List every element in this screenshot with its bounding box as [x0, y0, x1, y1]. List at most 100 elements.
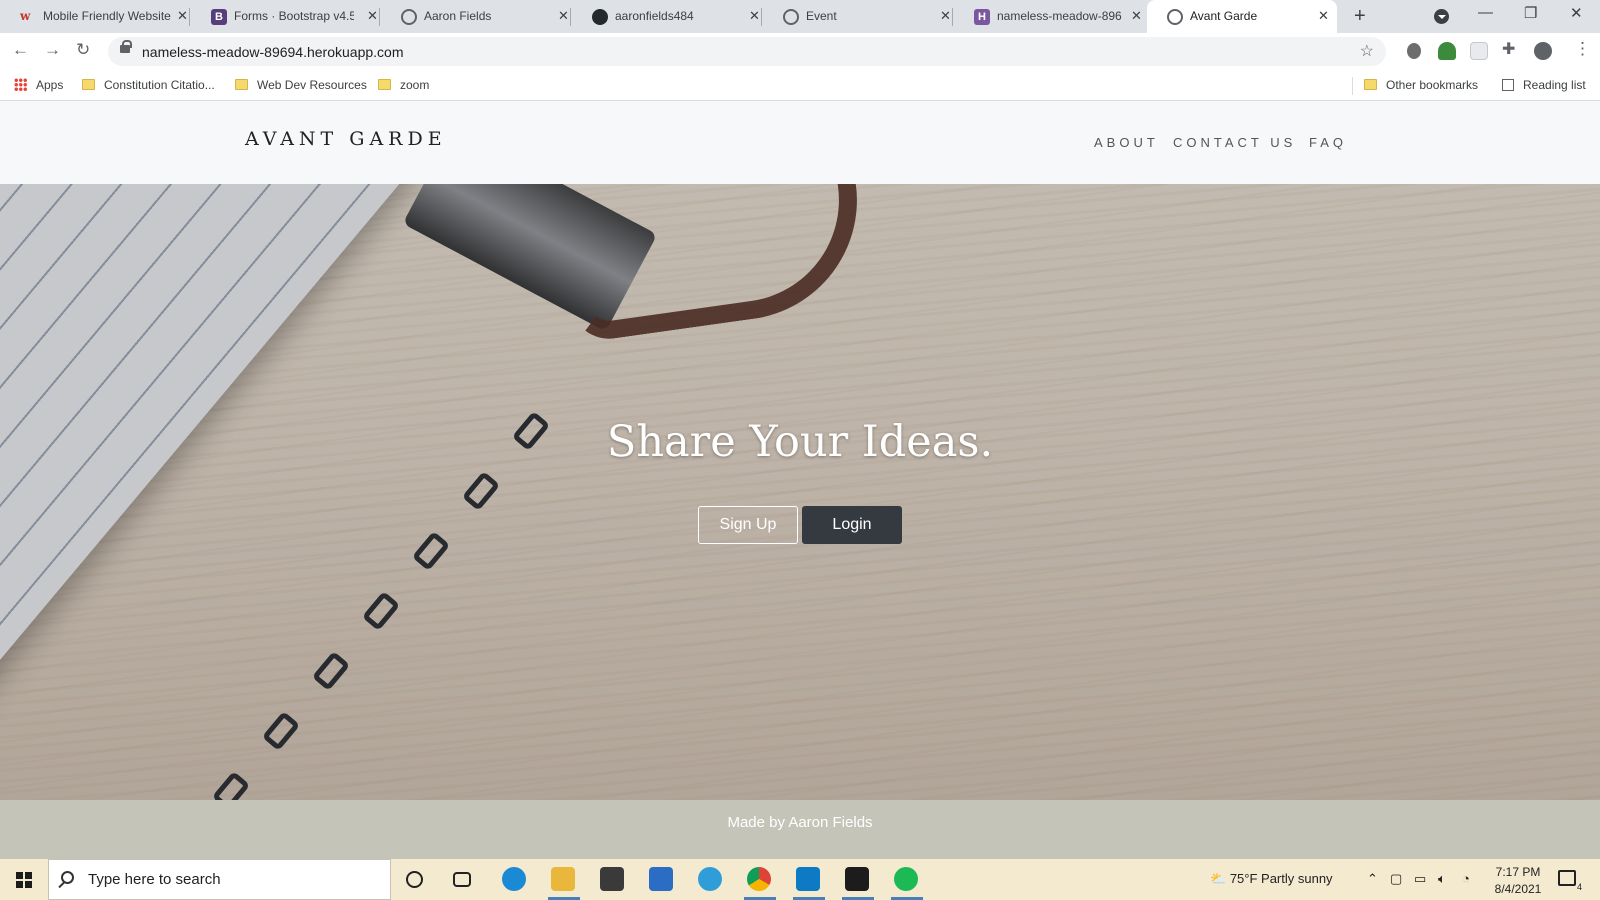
- volume-icon[interactable]: 🔈︎: [1438, 871, 1446, 887]
- partly-sunny-icon: ⛅: [1210, 871, 1227, 886]
- edge-icon[interactable]: [502, 867, 526, 891]
- bookmark-star-icon[interactable]: ☆: [1360, 41, 1374, 61]
- folder-icon: [235, 79, 248, 90]
- restore-icon[interactable]: ❐: [1524, 4, 1537, 22]
- tab-github[interactable]: aaronfields484 ✕: [572, 0, 762, 33]
- new-tab-icon[interactable]: +: [1354, 5, 1366, 28]
- hero-headline: Share Your Ideas.: [606, 417, 994, 467]
- terminal-icon[interactable]: [845, 867, 869, 891]
- globe-icon: [783, 9, 799, 25]
- tab-separator: [761, 8, 762, 26]
- site-footer: Made by Aaron Fields: [0, 800, 1600, 859]
- vscode-icon[interactable]: [796, 867, 820, 891]
- tab-title: Forms · Bootstrap v4.5: [234, 9, 354, 23]
- back-icon[interactable]: ←: [12, 40, 29, 60]
- bookmark-zoom[interactable]: zoom: [378, 78, 429, 92]
- menu-kebab-icon[interactable]: ⋮: [1574, 39, 1591, 59]
- close-tab-icon[interactable]: ✕: [749, 8, 760, 24]
- hero-overlay: [0, 184, 1600, 800]
- bookmark-web-dev[interactable]: Web Dev Resources: [235, 78, 367, 92]
- bootstrap-icon: B: [211, 9, 227, 25]
- bookmark-label: Other bookmarks: [1386, 78, 1479, 92]
- reading-list-icon: [1502, 79, 1514, 91]
- meet-now-icon[interactable]: ▢: [1390, 871, 1402, 887]
- lock-icon[interactable]: [120, 40, 132, 53]
- cortana-icon[interactable]: [406, 871, 423, 888]
- forward-icon[interactable]: →: [44, 40, 61, 60]
- site-brand[interactable]: AVANT GARDE: [245, 128, 447, 150]
- extension-placeholder-icon[interactable]: [1470, 42, 1488, 60]
- heroku-icon: H: [974, 9, 990, 25]
- system-clock[interactable]: 7:17 PM 8/4/2021: [1486, 864, 1550, 898]
- hero-section: Share Your Ideas. Sign Up Login: [0, 184, 1600, 800]
- folder-icon: [1364, 79, 1377, 90]
- weather-widget[interactable]: ⛅ 75°F Partly sunny: [1210, 871, 1333, 887]
- window-close-icon[interactable]: ✕: [1570, 4, 1583, 22]
- file-explorer-icon[interactable]: [551, 867, 575, 891]
- clock-date: 8/4/2021: [1494, 882, 1542, 896]
- extensions-puzzle-icon[interactable]: ✚: [1502, 39, 1520, 58]
- spotify-icon[interactable]: [894, 867, 918, 891]
- extension-bug-icon[interactable]: [1407, 43, 1421, 59]
- taskbar-search-placeholder[interactable]: Type here to search: [88, 871, 221, 888]
- nav-contact-us[interactable]: CONTACT US: [1173, 135, 1296, 150]
- wifi-icon[interactable]: ◔: [1462, 871, 1470, 886]
- task-view-icon[interactable]: [453, 872, 471, 887]
- close-tab-icon[interactable]: ✕: [367, 8, 378, 24]
- close-tab-icon[interactable]: ✕: [177, 8, 188, 24]
- browser-toolbar: ← → ↻ nameless-meadow-89694.herokuapp.co…: [0, 33, 1600, 71]
- other-bookmarks[interactable]: Other bookmarks: [1364, 78, 1478, 92]
- close-tab-icon[interactable]: ✕: [940, 8, 951, 24]
- login-button[interactable]: Login: [802, 506, 902, 544]
- url-text[interactable]: nameless-meadow-89694.herokuapp.com: [142, 44, 403, 60]
- tab-heroku[interactable]: H nameless-meadow-896 ✕: [954, 0, 1144, 33]
- tab-search-icon[interactable]: [1434, 9, 1449, 24]
- nav-faq[interactable]: FAQ: [1309, 135, 1347, 150]
- folder-icon: [378, 79, 391, 90]
- apps-grid-icon: [14, 78, 27, 91]
- mail-icon[interactable]: [649, 867, 673, 891]
- windows-taskbar: Type here to search ⛅ 75°F Partly sunny …: [0, 859, 1600, 900]
- battery-icon[interactable]: ▭: [1414, 871, 1426, 887]
- search-icon: [61, 871, 74, 884]
- w3-icon: w: [20, 9, 31, 23]
- reload-icon[interactable]: ↻: [76, 40, 90, 60]
- folder-icon: [82, 79, 95, 90]
- notification-center-icon[interactable]: 4: [1558, 870, 1582, 892]
- tab-title: aaronfields484: [615, 9, 694, 23]
- close-tab-icon[interactable]: ✕: [1318, 8, 1329, 24]
- tab-strip: w Mobile Friendly Website ✕ B Forms · Bo…: [0, 0, 1600, 33]
- chrome-icon[interactable]: [747, 867, 771, 891]
- edge-beta-icon[interactable]: [698, 867, 722, 891]
- show-hidden-icons-chevron-icon[interactable]: ⌃: [1367, 871, 1378, 887]
- close-tab-icon[interactable]: ✕: [1131, 8, 1142, 24]
- close-tab-icon[interactable]: ✕: [558, 8, 569, 24]
- microsoft-store-icon[interactable]: [600, 867, 624, 891]
- site-navbar: AVANT GARDE ABOUT CONTACT US FAQ: [0, 101, 1600, 184]
- weather-text: 75°F Partly sunny: [1229, 871, 1333, 886]
- clock-time: 7:17 PM: [1495, 865, 1541, 879]
- signup-button[interactable]: Sign Up: [698, 506, 798, 544]
- tab-event[interactable]: Event ✕: [763, 0, 953, 33]
- tab-title: Aaron Fields: [424, 9, 492, 23]
- tab-mobile-friendly[interactable]: w Mobile Friendly Website ✕: [0, 0, 190, 33]
- taskbar-search-box[interactable]: Type here to search: [48, 859, 391, 900]
- notification-count: 4: [1576, 882, 1582, 892]
- tab-avant-garde[interactable]: Avant Garde ✕: [1147, 0, 1337, 33]
- reading-list[interactable]: Reading list: [1502, 78, 1586, 92]
- windows-start-icon[interactable]: [16, 872, 32, 888]
- minimize-icon[interactable]: —: [1478, 4, 1493, 21]
- tab-separator: [189, 8, 190, 26]
- tab-bootstrap-forms[interactable]: B Forms · Bootstrap v4.5 ✕: [191, 0, 380, 33]
- tab-title: nameless-meadow-896: [997, 9, 1122, 23]
- nav-about[interactable]: ABOUT: [1094, 135, 1159, 150]
- bookmark-apps[interactable]: Apps: [14, 78, 63, 92]
- extension-tree-icon[interactable]: [1438, 42, 1456, 60]
- tab-separator: [379, 8, 380, 26]
- bookmark-label: Constitution Citatio...: [104, 78, 215, 92]
- address-bar[interactable]: nameless-meadow-89694.herokuapp.com ☆: [108, 37, 1386, 66]
- bookmark-constitution[interactable]: Constitution Citatio...: [82, 78, 215, 92]
- profile-avatar-icon[interactable]: [1534, 42, 1552, 60]
- tab-aaron-fields[interactable]: Aaron Fields ✕: [381, 0, 571, 33]
- tab-title: Event: [806, 9, 837, 23]
